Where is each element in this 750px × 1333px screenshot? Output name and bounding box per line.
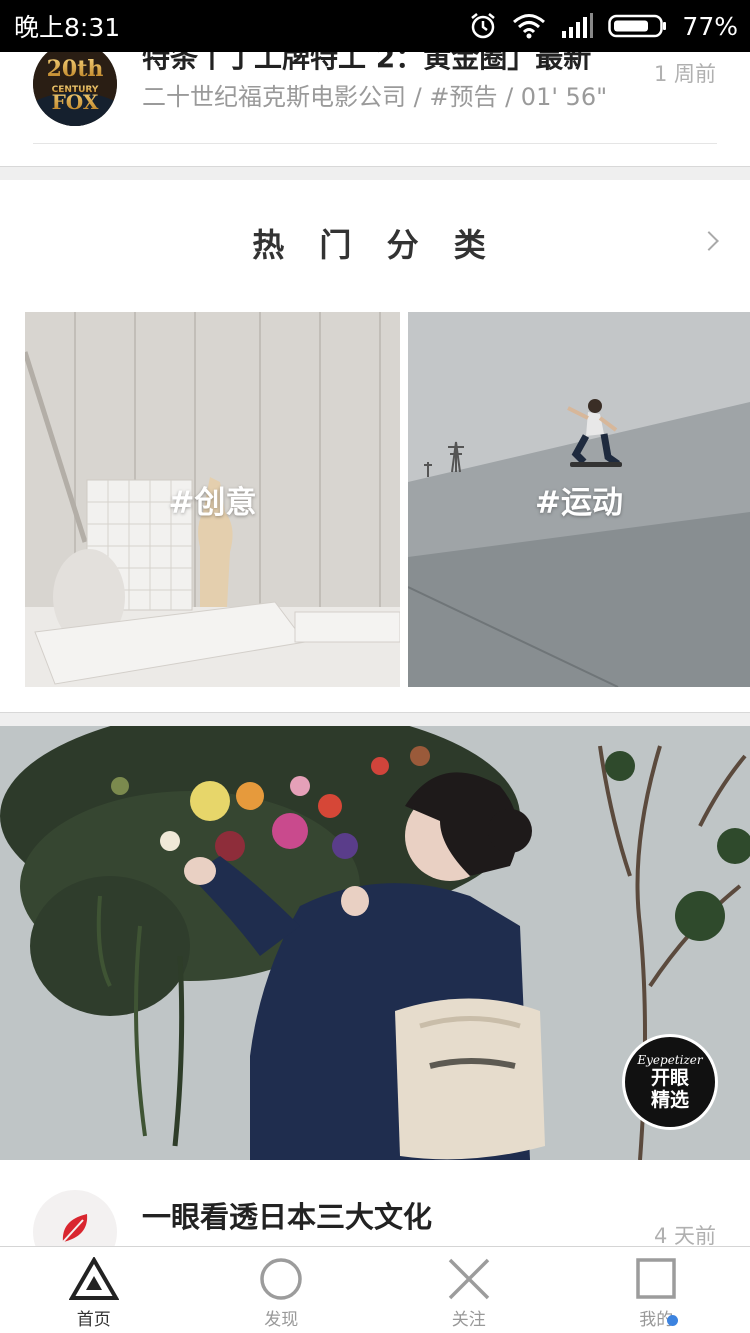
- nav-follow[interactable]: 关注: [375, 1247, 563, 1333]
- section-divider: [0, 166, 750, 180]
- eyepetizer-badge: Eyepetizer 开眼 精选: [622, 1034, 718, 1130]
- video-title[interactable]: 一眼看透日本三大文化: [142, 1194, 432, 1236]
- section-title: 热 门 分 类: [252, 226, 498, 264]
- video-meta: 二十世纪福克斯电影公司 / #预告 / 01' 56": [142, 83, 608, 111]
- battery-percent: 77%: [682, 11, 738, 41]
- cross-icon: [448, 1258, 489, 1300]
- notification-dot: [666, 1315, 678, 1326]
- status-icons: 77%: [468, 11, 738, 41]
- leaf-logo-icon: [62, 1214, 88, 1243]
- category-tile-sport[interactable]: #运动: [408, 312, 750, 687]
- wifi-icon: [512, 13, 546, 39]
- section-divider: [0, 712, 750, 726]
- badge-brand: Eyepetizer: [637, 1053, 703, 1067]
- nav-label: 首页: [76, 1310, 111, 1330]
- status-time: 晚上8:31: [14, 13, 121, 42]
- badge-line2: 精选: [650, 1089, 689, 1111]
- bottom-nav: 首页 发现 关注 我的: [0, 1246, 750, 1333]
- category-tile-creative[interactable]: #创意: [25, 312, 400, 687]
- nav-mine[interactable]: 我的: [563, 1247, 750, 1333]
- author-avatar[interactable]: [33, 1190, 117, 1250]
- alarm-icon: [468, 11, 498, 41]
- svg-text:FOX: FOX: [52, 90, 99, 114]
- category-label: #运动: [535, 485, 623, 521]
- nav-home[interactable]: 首页: [0, 1247, 188, 1333]
- triangle-icon: [68, 1257, 119, 1300]
- svg-text:20th: 20th: [47, 56, 104, 82]
- battery-icon: [608, 13, 668, 39]
- featured-video-cover[interactable]: Eyepetizer 开眼 精选: [0, 726, 750, 1160]
- video-title[interactable]: 特条丨丁工牌特工 2：黄金圈」最新: [142, 52, 642, 76]
- nav-discover[interactable]: 发现: [188, 1247, 376, 1333]
- video-time: 1 周前: [653, 62, 716, 86]
- circle-icon: [260, 1258, 302, 1300]
- square-icon: [636, 1258, 676, 1299]
- hot-categories-header[interactable]: 热 门 分 类: [0, 180, 750, 300]
- nav-label: 发现: [264, 1310, 299, 1330]
- signal-icon: [560, 13, 594, 39]
- video-list-item[interactable]: 20th CENTURY FOX 特条丨丁工牌特工 2：黄金圈」最新 二十世纪福…: [0, 52, 750, 166]
- status-bar: 晚上8:31 77%: [0, 0, 750, 52]
- badge-line1: 开眼: [650, 1067, 689, 1089]
- divider: [33, 143, 717, 144]
- category-label: #创意: [168, 485, 257, 521]
- nav-label: 关注: [451, 1310, 486, 1330]
- fox-logo-icon: 20th CENTURY FOX: [33, 52, 117, 126]
- video-list-item[interactable]: 一眼看透日本三大文化 4 天前 注英文化 超在坏上 #文化 / 03' 22": [0, 1160, 750, 1250]
- author-avatar[interactable]: 20th CENTURY FOX: [33, 52, 117, 126]
